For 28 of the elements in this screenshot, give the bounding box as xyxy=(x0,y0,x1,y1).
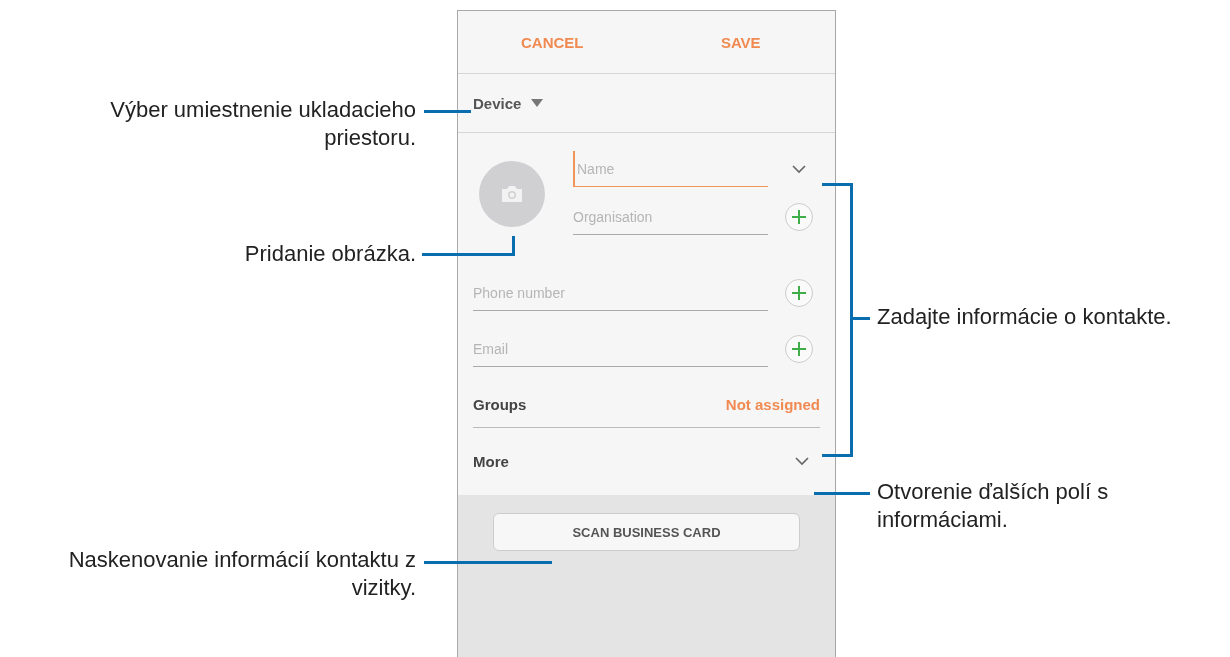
add-button[interactable] xyxy=(785,335,813,363)
groups-label: Groups xyxy=(473,395,527,413)
add-button[interactable] xyxy=(785,203,813,231)
callout-text: Pridanie obrázka. xyxy=(243,240,416,268)
text-field[interactable]: Phone number xyxy=(473,275,768,311)
header-button[interactable]: SAVE xyxy=(646,11,835,73)
plus-icon xyxy=(792,342,806,356)
more-label: More xyxy=(473,453,509,470)
leader-line xyxy=(424,110,471,113)
chevron-down-icon xyxy=(792,164,806,174)
callout-text: Naskenovanie informácií kontaktu z vizitky. xyxy=(67,546,416,602)
header-button[interactable]: CANCEL xyxy=(458,11,647,73)
callout-text: Výber umiestnenie ukladacieho priestoru. xyxy=(109,96,416,152)
plus-icon xyxy=(792,210,806,224)
dropdown-triangle-icon xyxy=(531,99,544,107)
callout-text: Zadajte informácie o kontakte. xyxy=(877,303,1173,331)
scan-business-card-button[interactable]: SCAN BUSINESS CARD xyxy=(493,513,800,551)
camera-icon xyxy=(502,186,522,202)
chevron-down-icon xyxy=(795,457,809,466)
storage-dropdown[interactable]: Device xyxy=(473,94,544,112)
add-button[interactable] xyxy=(785,279,813,307)
groups-value-link[interactable]: Not assigned xyxy=(725,395,820,413)
text-field[interactable]: Organisation xyxy=(573,199,768,235)
leader-line xyxy=(814,492,870,495)
callout-text: Otvorenie ďalších polí s informáciami. xyxy=(877,478,1110,534)
focused-text-field[interactable]: Name xyxy=(573,151,768,187)
plus-icon xyxy=(792,286,806,300)
text-field[interactable]: Email xyxy=(473,331,768,367)
